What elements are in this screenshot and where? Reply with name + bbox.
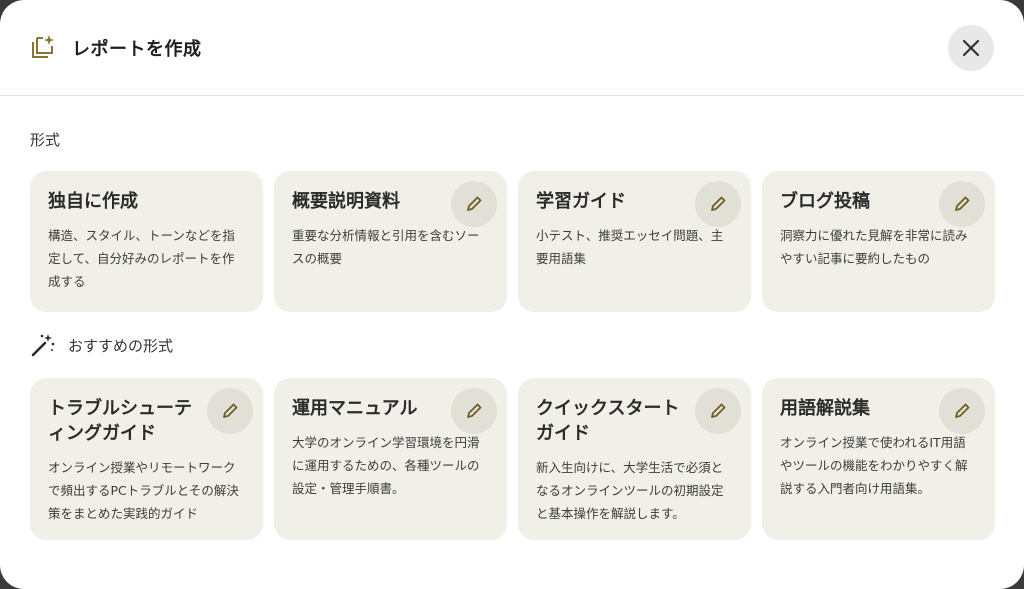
format-card-briefing[interactable]: 概要説明資料 重要な分析情報と引用を含むソースの概要 [274, 171, 507, 312]
recommended-card-grid: トラブルシューティングガイド オンライン授業やリモートワークで頻出するPCトラブ… [30, 378, 995, 540]
dialog-header: レポートを作成 [0, 0, 1024, 96]
format-section-label: 形式 [30, 131, 61, 149]
pencil-icon [467, 403, 482, 418]
card-description: オンライン授業やリモートワークで頻出するPCトラブルとその解決策をまとめた実践的… [48, 460, 239, 521]
pencil-icon [711, 196, 726, 211]
card-description: 新入生向けに、大学生活で必須となるオンラインツールの初期設定と基本操作を解説しま… [536, 460, 724, 521]
pencil-icon [467, 196, 482, 211]
edit-button[interactable] [695, 181, 741, 227]
card-description: 洞察力に優れた見解を非常に読みやすい記事に要約したもの [780, 228, 968, 266]
magic-wand-icon [31, 334, 55, 357]
report-sparkle-icon [32, 35, 54, 58]
recommended-section-label: おすすめの形式 [68, 336, 174, 355]
edit-button[interactable] [939, 388, 985, 434]
card-title: 独自に作成 [48, 191, 138, 212]
format-card-quick-start[interactable]: クイックスタートガイド 新入生向けに、大学生活で必須となるオンラインツールの初期… [518, 378, 751, 540]
edit-button[interactable] [939, 181, 985, 227]
close-icon [962, 39, 980, 57]
format-card-troubleshooting[interactable]: トラブルシューティングガイド オンライン授業やリモートワークで頻出するPCトラブ… [30, 378, 263, 540]
close-button[interactable] [948, 25, 994, 71]
pencil-icon [223, 403, 238, 418]
edit-button[interactable] [451, 388, 497, 434]
format-card-grid: 独自に作成 構造、スタイル、トーンなどを指定して、自分好みのレポートを作成する … [30, 171, 995, 312]
card-description: 重要な分析情報と引用を含むソースの概要 [292, 228, 480, 266]
edit-button[interactable] [207, 388, 253, 434]
card-description: オンライン授業で使われるIT用語やツールの機能をわかりやすく解説する入門者向け用… [780, 435, 968, 496]
pencil-icon [955, 403, 970, 418]
create-report-dialog: レポートを作成 形式 独自に作成 構造、スタイル、トーンなどを指定して、自分好み… [0, 0, 1024, 589]
format-card-blog-post[interactable]: ブログ投稿 洞察力に優れた見解を非常に読みやすい記事に要約したもの [762, 171, 995, 312]
pencil-icon [955, 196, 970, 211]
card-description: 構造、スタイル、トーンなどを指定して、自分好みのレポートを作成する [48, 228, 235, 289]
format-card-study-guide[interactable]: 学習ガイド 小テスト、推奨エッセイ問題、主要用語集 [518, 171, 751, 312]
card-description: 大学のオンライン学習環境を円滑に運用するための、各種ツールの設定・管理手順書。 [292, 435, 480, 496]
format-card-operations-manual[interactable]: 運用マニュアル 大学のオンライン学習環境を円滑に運用するための、各種ツールの設定… [274, 378, 507, 540]
format-card-custom[interactable]: 独自に作成 構造、スタイル、トーンなどを指定して、自分好みのレポートを作成する [30, 171, 263, 312]
pencil-icon [711, 403, 726, 418]
edit-button[interactable] [695, 388, 741, 434]
dialog-title: レポートを作成 [72, 39, 202, 60]
recommended-section-header: おすすめの形式 [30, 332, 173, 358]
edit-button[interactable] [451, 181, 497, 227]
format-card-glossary[interactable]: 用語解説集 オンライン授業で使われるIT用語やツールの機能をわかりやすく解説する… [762, 378, 995, 540]
card-description: 小テスト、推奨エッセイ問題、主要用語集 [536, 228, 724, 266]
